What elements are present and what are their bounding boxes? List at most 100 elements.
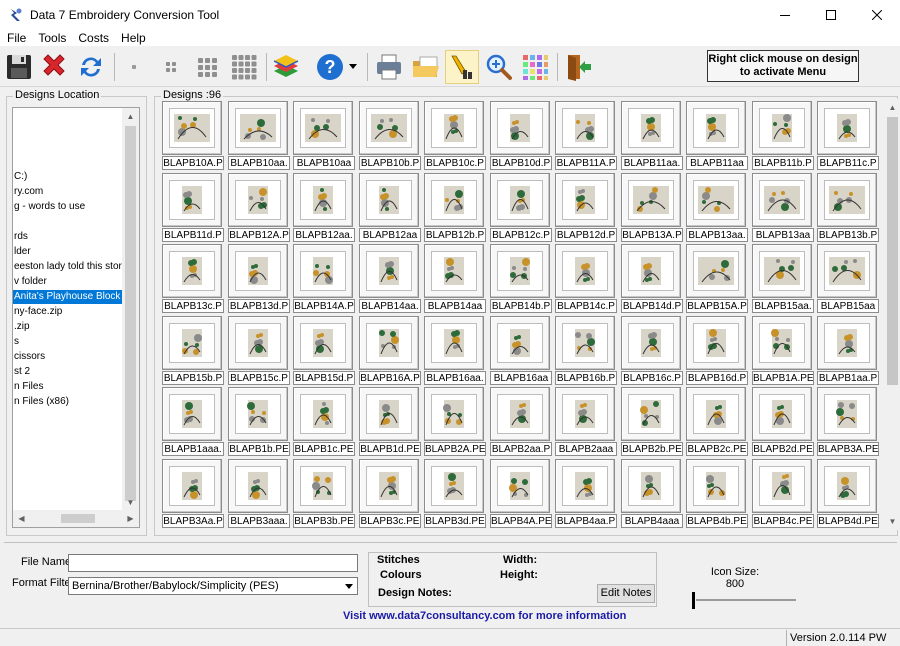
edit-tools-button[interactable] (445, 50, 479, 84)
thumbnail-frame[interactable] (555, 244, 615, 298)
thumbnail-frame[interactable] (817, 459, 877, 513)
design-thumbnail[interactable]: BLAPB16b.P (555, 316, 617, 385)
design-thumbnail[interactable]: BLAPB16aa (490, 316, 552, 385)
thumbnail-frame[interactable] (424, 387, 484, 441)
tree-item[interactable]: s (13, 335, 19, 349)
tree-item[interactable]: rds (13, 230, 28, 244)
design-thumbnail[interactable]: BLAPB4aaa (621, 459, 683, 528)
design-thumbnail[interactable]: BLAPB10aa. (228, 101, 290, 170)
thumbnail-frame[interactable] (228, 316, 288, 370)
design-thumbnail[interactable]: BLAPB12A.P (228, 173, 290, 242)
exit-button[interactable] (562, 50, 596, 84)
size-16-button[interactable] (227, 50, 261, 84)
scroll-thumb[interactable] (887, 117, 898, 385)
thumbnail-frame[interactable] (228, 459, 288, 513)
design-thumbnail[interactable]: BLAPB13c.P (162, 244, 224, 313)
thumbnail-frame[interactable] (359, 387, 419, 441)
thumbnail-frame[interactable] (752, 316, 812, 370)
tree-item[interactable]: cissors (13, 350, 45, 364)
thumbnail-frame[interactable] (293, 459, 353, 513)
tree-item[interactable]: ry.com (13, 185, 43, 199)
thumbnail-frame[interactable] (490, 101, 550, 155)
design-thumbnail[interactable]: BLAPB4A.PE (490, 459, 552, 528)
zoom-button[interactable] (482, 50, 516, 84)
design-thumbnail[interactable]: BLAPB10b.P (359, 101, 421, 170)
tree-item[interactable]: v folder (13, 275, 47, 289)
thumbnail-frame[interactable] (228, 244, 288, 298)
thumbnail-frame[interactable] (162, 459, 222, 513)
minimize-button[interactable] (762, 0, 808, 30)
thumbnail-frame[interactable] (752, 244, 812, 298)
tree-item[interactable]: ny-face.zip (13, 305, 62, 319)
thumbnail-frame[interactable] (490, 316, 550, 370)
thumbnail-frame[interactable] (490, 173, 550, 227)
thumbnail-frame[interactable] (424, 316, 484, 370)
thumbnail-frame[interactable] (686, 387, 746, 441)
design-thumbnail[interactable]: BLAPB13aa (752, 173, 814, 242)
design-thumbnail[interactable]: BLAPB15aa (817, 244, 879, 313)
maximize-button[interactable] (808, 0, 854, 30)
tree-item[interactable]: eeston lady told this stor (13, 260, 122, 274)
help-button[interactable]: ? (313, 50, 347, 84)
tree-item[interactable]: st 2 (13, 365, 30, 379)
design-thumbnail[interactable]: BLAPB3c.PE (359, 459, 421, 528)
design-thumbnail[interactable]: BLAPB4c.PE (752, 459, 814, 528)
delete-button[interactable] (37, 50, 71, 84)
design-thumbnail[interactable]: BLAPB1aaa. (162, 387, 224, 456)
file-name-input[interactable] (68, 554, 358, 572)
thumbnail-frame[interactable] (752, 173, 812, 227)
design-thumbnail[interactable]: BLAPB4b.PE (686, 459, 748, 528)
thumbnail-frame[interactable] (621, 173, 681, 227)
design-thumbnail[interactable]: BLAPB1aa.P (817, 316, 879, 385)
thumbnail-frame[interactable] (424, 101, 484, 155)
website-link[interactable]: Visit www.data7consultancy.com for more … (343, 610, 626, 622)
thumbnail-frame[interactable] (752, 387, 812, 441)
design-thumbnail[interactable]: BLAPB3Aa.P (162, 459, 224, 528)
scroll-up-icon[interactable]: ▲ (884, 99, 900, 116)
folder-tree[interactable]: C:) ry.com g - words to use rds lder eeston l… (12, 107, 140, 528)
thumbnail-frame[interactable] (621, 387, 681, 441)
design-thumbnail[interactable]: BLAPB12c.P (490, 173, 552, 242)
thumbnail-frame[interactable] (817, 173, 877, 227)
design-thumbnail[interactable]: BLAPB13b.P (817, 173, 879, 242)
tree-item[interactable] (13, 215, 14, 229)
design-thumbnail[interactable]: BLAPB12b.P (424, 173, 486, 242)
thumbnail-frame[interactable] (686, 173, 746, 227)
thumbnail-frame[interactable] (293, 316, 353, 370)
scroll-left-icon[interactable]: ◀ (13, 510, 30, 527)
thumbnail-frame[interactable] (817, 244, 877, 298)
icon-size-slider-thumb[interactable] (692, 592, 695, 609)
thumbnail-frame[interactable] (293, 387, 353, 441)
thumbnail-frame[interactable] (817, 101, 877, 155)
refresh-button[interactable] (74, 50, 108, 84)
design-thumbnail[interactable]: BLAPB16aa. (424, 316, 486, 385)
thumbnail-frame[interactable] (555, 387, 615, 441)
thumbnail-frame[interactable] (817, 387, 877, 441)
size-4-button[interactable] (154, 50, 188, 84)
thumbnail-frame[interactable] (359, 459, 419, 513)
thumbnail-frame[interactable] (621, 101, 681, 155)
thumbnail-frame[interactable] (162, 387, 222, 441)
thumbnail-frame[interactable] (752, 101, 812, 155)
menu-file[interactable]: File (0, 31, 32, 45)
design-thumbnail[interactable]: BLAPB10d.P (490, 101, 552, 170)
thumbnail-frame[interactable] (686, 244, 746, 298)
scroll-thumb[interactable] (125, 126, 136, 501)
design-thumbnail[interactable]: BLAPB14b.P (490, 244, 552, 313)
design-thumbnail[interactable]: BLAPB15b.P (162, 316, 224, 385)
thumbnail-frame[interactable] (621, 459, 681, 513)
thumbnail-frame[interactable] (293, 173, 353, 227)
layers-button[interactable] (269, 50, 303, 84)
thumbnail-frame[interactable] (555, 173, 615, 227)
design-thumbnail[interactable]: BLAPB16c.P (621, 316, 683, 385)
thumbnail-frame[interactable] (686, 459, 746, 513)
scroll-right-icon[interactable]: ▶ (122, 510, 139, 527)
edit-notes-button[interactable]: Edit Notes (597, 584, 655, 603)
design-thumbnail[interactable]: BLAPB1b.PE (228, 387, 290, 456)
designs-vertical-scrollbar[interactable]: ▲ ▼ (884, 99, 900, 530)
size-9-button[interactable] (190, 50, 224, 84)
format-filter-select[interactable]: Bernina/Brother/Babylock/Simplicity (PES… (68, 577, 358, 595)
thumbnail-frame[interactable] (228, 387, 288, 441)
design-thumbnail[interactable]: BLAPB15d.P (293, 316, 355, 385)
design-thumbnail[interactable]: BLAPB2b.PE (621, 387, 683, 456)
